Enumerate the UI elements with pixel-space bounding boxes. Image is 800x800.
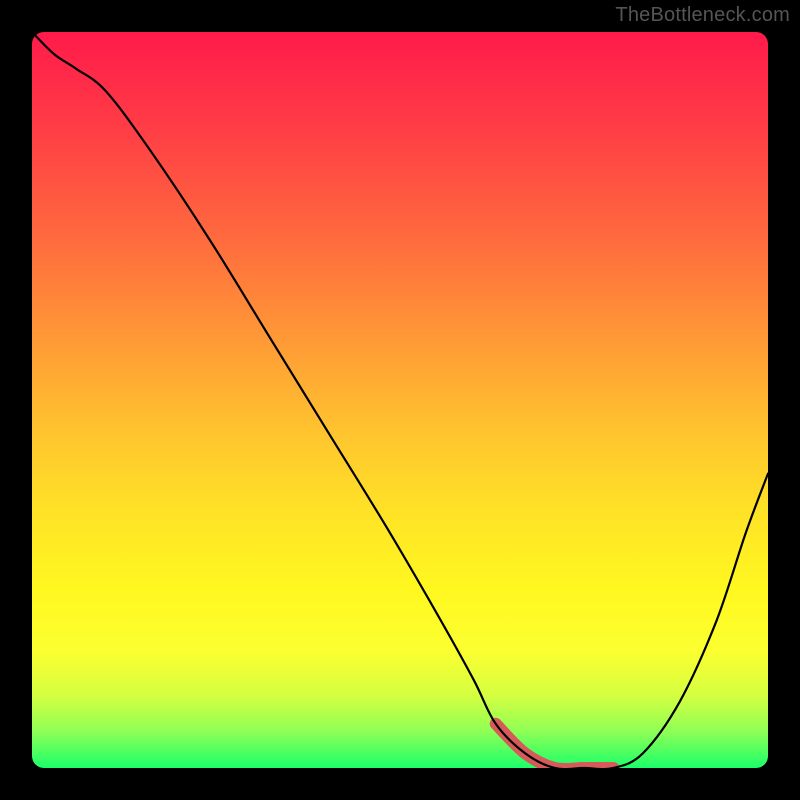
curve-highlight-segment bbox=[496, 724, 614, 768]
chart-card bbox=[32, 32, 768, 768]
bottleneck-curve bbox=[32, 32, 768, 768]
curve-line bbox=[32, 32, 768, 768]
app-frame: TheBottleneck.com bbox=[0, 0, 800, 800]
watermark-text: TheBottleneck.com bbox=[615, 4, 790, 27]
